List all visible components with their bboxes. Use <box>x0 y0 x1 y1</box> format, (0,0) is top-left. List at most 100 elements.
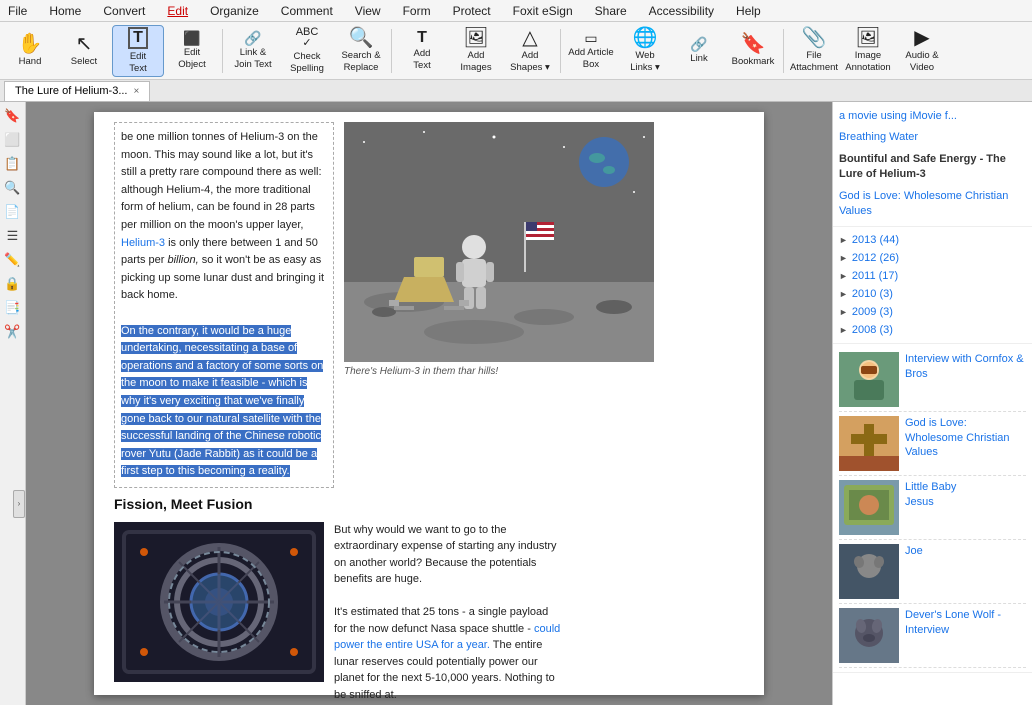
related-god-love[interactable]: God is Love:Wholesome Christian Values <box>839 412 1026 476</box>
menu-share[interactable]: Share <box>591 2 631 20</box>
menu-convert[interactable]: Convert <box>99 2 149 20</box>
sidebar-comments-icon[interactable]: ✏️ <box>3 250 23 270</box>
related-title-god[interactable]: God is Love:Wholesome Christian Values <box>905 416 1026 459</box>
bookmark-icon: 🔖 <box>741 34 766 54</box>
tab-close-button[interactable]: × <box>134 86 140 97</box>
related-little-baby[interactable]: Little BabyJesus <box>839 476 1026 540</box>
sidebar-output-icon[interactable]: 📑 <box>3 298 23 318</box>
right-sidebar: a movie using iMovie f... Breathing Wate… <box>832 102 1032 705</box>
link-icon: 🔗 <box>690 37 707 51</box>
tool-link-join-label: Link &Join Text <box>234 47 271 70</box>
sidebar-links-section: a movie using iMovie f... Breathing Wate… <box>833 102 1032 227</box>
menu-bar: File Home Convert Edit Organize Comment … <box>0 0 1032 22</box>
sidebar-link-god[interactable]: God is Love: Wholesome Christian Values <box>839 186 1026 223</box>
menu-protect[interactable]: Protect <box>449 2 495 20</box>
menu-organize[interactable]: Organize <box>206 2 263 20</box>
sidebar-bookmark-icon[interactable]: 🔖 <box>3 106 23 126</box>
menu-accessibility[interactable]: Accessibility <box>645 2 718 20</box>
tool-add-article[interactable]: ▭ Add ArticleBox <box>565 25 617 77</box>
tool-add-images[interactable]: 🖼 AddImages <box>450 25 502 77</box>
tool-bookmark[interactable]: 🔖 Bookmark <box>727 25 779 77</box>
image-annotation-icon: 🖼 <box>855 28 880 48</box>
sidebar-link-helium[interactable]: Bountiful and Safe Energy - The Lure of … <box>839 149 1026 186</box>
tool-search-replace[interactable]: 🔍 Search &Replace <box>335 25 387 77</box>
tool-hand[interactable]: ✋ Hand <box>4 25 56 77</box>
sidebar-layers-icon[interactable]: 📋 <box>3 154 23 174</box>
archive-2008[interactable]: ► 2008 (3) <box>839 321 1026 339</box>
archive-2010[interactable]: ► 2010 (3) <box>839 285 1026 303</box>
document-tab[interactable]: The Lure of Helium-3... × <box>4 81 150 101</box>
tool-add-shapes[interactable]: △ AddShapes ▾ <box>504 25 556 77</box>
sidebar-pages-icon[interactable]: 📄 <box>3 202 23 222</box>
menu-edit[interactable]: Edit <box>163 2 192 20</box>
archive-2009-arrow: ► <box>839 307 848 317</box>
tool-edit-text[interactable]: T EditText <box>112 25 164 77</box>
sidebar-security-icon[interactable]: 🔒 <box>3 274 23 294</box>
tool-check-spelling[interactable]: ABC✓ CheckSpelling <box>281 25 333 77</box>
archive-2013[interactable]: ► 2013 (44) <box>839 231 1026 249</box>
tool-add-text[interactable]: T AddText <box>396 25 448 77</box>
tool-edit-object[interactable]: ⬛ EditObject <box>166 25 218 77</box>
archive-2011[interactable]: ► 2011 (17) <box>839 267 1026 285</box>
archive-2010-label: 2010 (3) <box>852 288 893 300</box>
sidebar-link-water[interactable]: Breathing Water <box>839 127 1026 148</box>
archive-2010-arrow: ► <box>839 289 848 299</box>
menu-home[interactable]: Home <box>45 2 85 20</box>
tool-link[interactable]: 🔗 Link <box>673 25 725 77</box>
tab-label: The Lure of Helium-3... <box>15 85 128 97</box>
sidebar-edit-icon[interactable]: ✂️ <box>3 322 23 342</box>
related-thumb-god <box>839 416 899 471</box>
pdf-text-block-1: be one million tonnes of Helium-3 on the… <box>114 122 334 488</box>
related-devers-wolf[interactable]: Dever's Lone Wolf - Interview <box>839 604 1026 668</box>
tool-audio-video[interactable]: ▶ Audio &Video <box>896 25 948 77</box>
helium3-link[interactable]: Helium-3 <box>121 237 165 249</box>
tool-file-attachment-label: FileAttachment <box>790 50 838 73</box>
related-title-joe[interactable]: Joe <box>905 544 923 558</box>
sidebar-thumbnail-icon[interactable]: ⬜ <box>3 130 23 150</box>
tool-link-join[interactable]: 🔗 Link &Join Text <box>227 25 279 77</box>
tool-hand-label: Hand <box>19 56 42 67</box>
sidebar-search-icon[interactable]: 🔍 <box>3 178 23 198</box>
tool-add-article-label: Add ArticleBox <box>568 47 613 70</box>
related-joe[interactable]: Joe <box>839 540 1026 604</box>
moon-image <box>344 122 654 362</box>
pdf-area[interactable]: be one million tonnes of Helium-3 on the… <box>26 102 832 705</box>
check-spelling-icon: ABC✓ <box>296 27 319 49</box>
pdf-bottom-p1: But why would we want to go to the extra… <box>334 522 564 588</box>
select-icon: ↖ <box>76 34 93 54</box>
pdf-bottom-text: But why would we want to go to the extra… <box>334 522 564 704</box>
archive-2012-arrow: ► <box>839 253 848 263</box>
tool-image-annotation[interactable]: 🖼 ImageAnnotation <box>842 25 894 77</box>
tool-select[interactable]: ↖ Select <box>58 25 110 77</box>
related-title-baby[interactable]: Little BabyJesus <box>905 480 956 509</box>
menu-form[interactable]: Form <box>399 2 435 20</box>
hand-icon: ✋ <box>18 34 43 54</box>
tool-web-links[interactable]: 🌐 WebLinks ▾ <box>619 25 671 77</box>
tool-audio-video-label: Audio &Video <box>905 50 938 73</box>
related-thumb-wolf <box>839 608 899 663</box>
tool-file-attachment[interactable]: 📎 FileAttachment <box>788 25 840 77</box>
menu-file[interactable]: File <box>4 2 31 20</box>
related-items-section: Interview with Cornfox & Bros God is Lov… <box>833 344 1032 673</box>
archive-2012[interactable]: ► 2012 (26) <box>839 249 1026 267</box>
tool-web-links-label: WebLinks ▾ <box>630 50 660 73</box>
archive-2013-arrow: ► <box>839 235 848 245</box>
menu-comment[interactable]: Comment <box>277 2 337 20</box>
archive-2012-label: 2012 (26) <box>852 252 899 264</box>
add-text-icon: T <box>417 30 427 46</box>
pdf-top-section: be one million tonnes of Helium-3 on the… <box>114 122 744 488</box>
tool-bookmark-label: Bookmark <box>732 56 775 67</box>
sidebar-collapse-button[interactable]: › <box>13 490 25 518</box>
related-thumb-joe <box>839 544 899 599</box>
archive-2011-arrow: ► <box>839 271 848 281</box>
related-interview-cornfox[interactable]: Interview with Cornfox & Bros <box>839 348 1026 412</box>
related-title-wolf[interactable]: Dever's Lone Wolf - Interview <box>905 608 1026 637</box>
menu-help[interactable]: Help <box>732 2 765 20</box>
sidebar-content-icon[interactable]: ☰ <box>3 226 23 246</box>
toolbar: ✋ Hand ↖ Select T EditText ⬛ EditObject … <box>0 22 1032 80</box>
sidebar-link-movie[interactable]: a movie using iMovie f... <box>839 106 1026 127</box>
related-title-cornfox[interactable]: Interview with Cornfox & Bros <box>905 352 1026 381</box>
menu-view[interactable]: View <box>351 2 385 20</box>
archive-2009[interactable]: ► 2009 (3) <box>839 303 1026 321</box>
menu-foxit-esign[interactable]: Foxit eSign <box>509 2 577 20</box>
